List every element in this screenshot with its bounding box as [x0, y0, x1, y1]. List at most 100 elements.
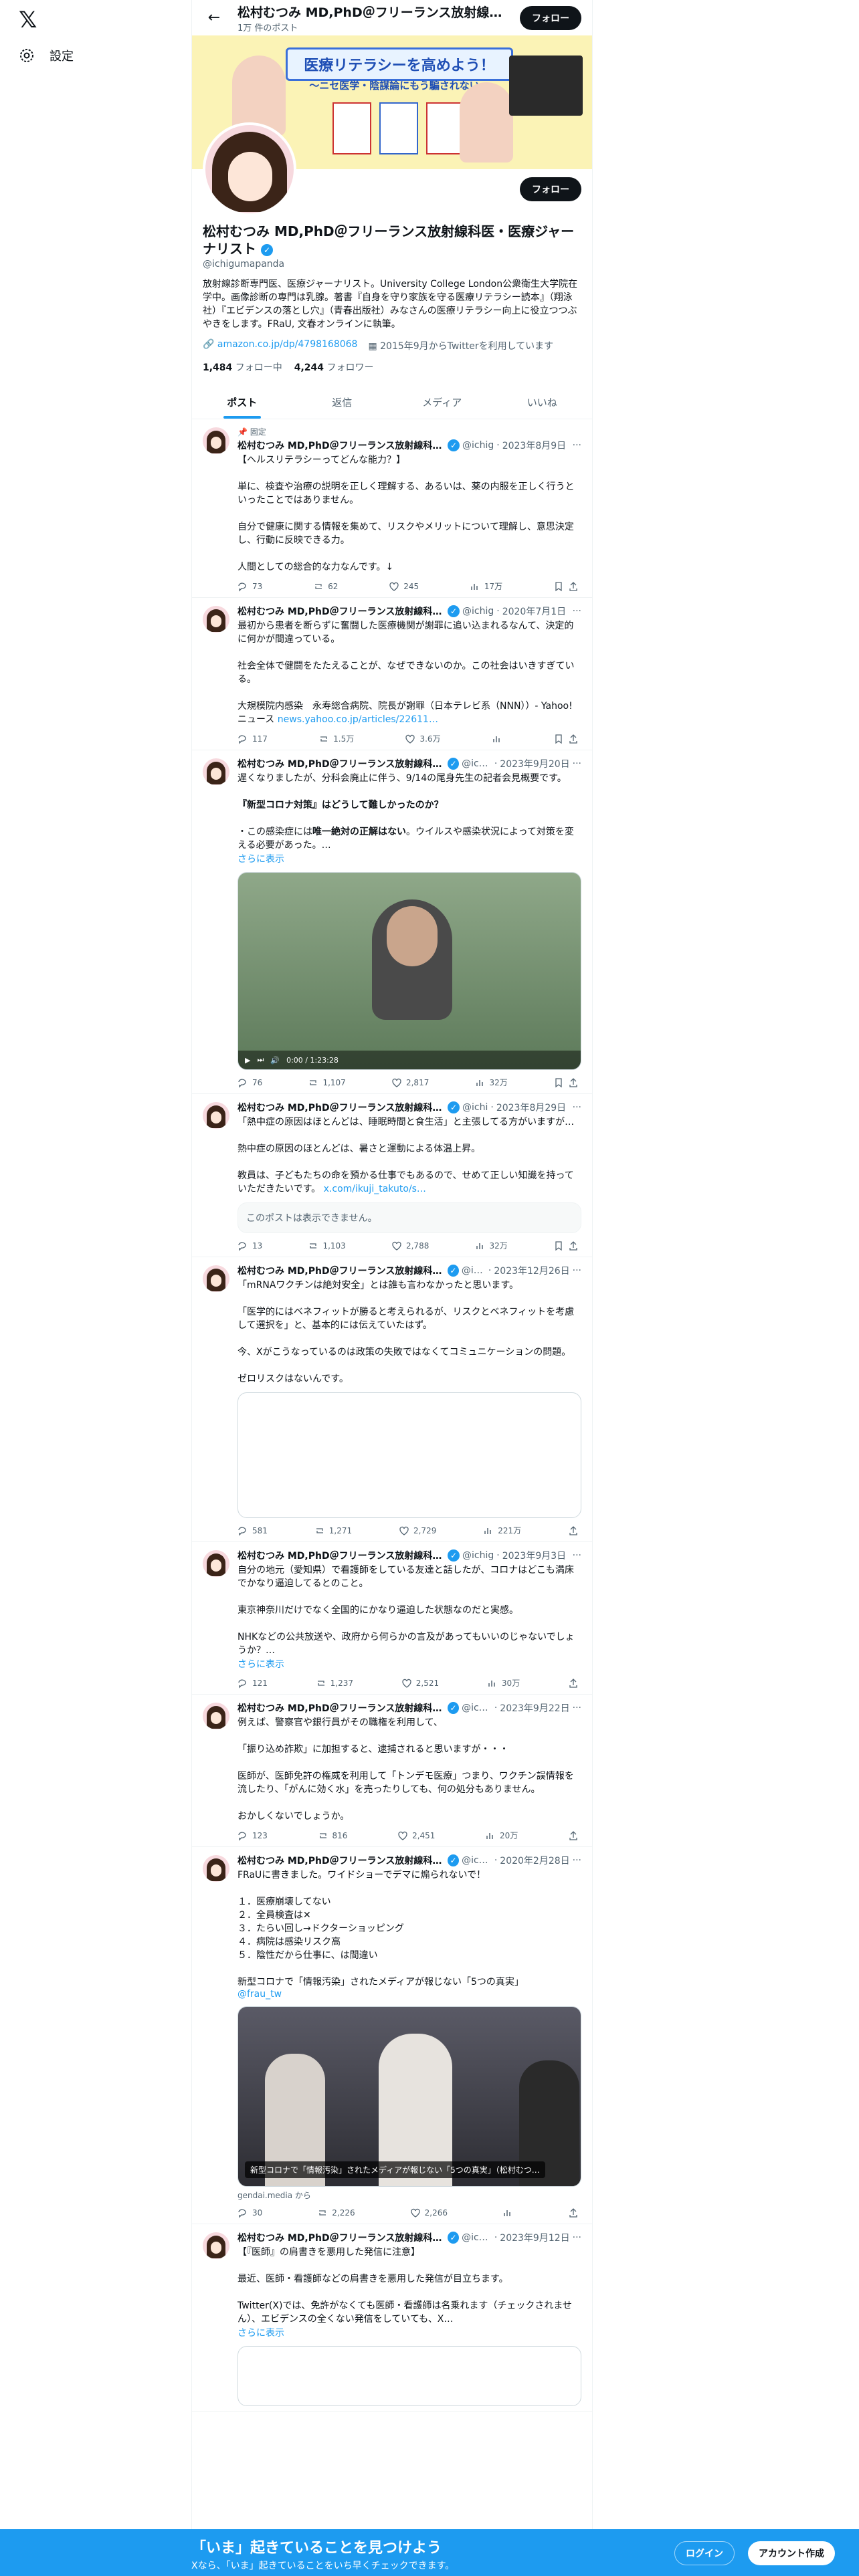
- tweet-date[interactable]: 2023年9月22日: [500, 1701, 569, 1715]
- repost-button[interactable]: 62: [313, 580, 338, 592]
- tweet-author-handle[interactable]: @ichiu: [462, 1703, 492, 1713]
- tweet-avatar[interactable]: [203, 1102, 229, 1129]
- tweet-date[interactable]: 2023年9月3日: [502, 1549, 566, 1562]
- tweet-avatar[interactable]: [203, 1855, 229, 1882]
- views-button[interactable]: [492, 733, 502, 744]
- tweet-avatar[interactable]: [203, 1550, 229, 1577]
- like-button[interactable]: 2,266: [410, 2208, 448, 2218]
- share-icon[interactable]: [568, 1678, 579, 1689]
- tweet-author-name[interactable]: 松村むつみ MD,PhD＠フリーランス放射線科医・医療ジャーナリスト: [237, 1854, 445, 1867]
- bookmark-icon[interactable]: [553, 734, 564, 744]
- tweet-date[interactable]: 2020年7月1日: [502, 605, 566, 618]
- tweet-mention[interactable]: @frau_tw: [237, 1989, 581, 2000]
- like-button[interactable]: 3.6万: [405, 733, 441, 744]
- tweet[interactable]: 松村むつみ MD,PhD＠フリーランス放射線科医・医療ジャーナリスト ✓ @ic…: [192, 1542, 592, 1695]
- tweet[interactable]: 松村むつみ MD,PhD＠フリーランス放射線科医・医療ジャーナリスト ✓ @ic…: [192, 1257, 592, 1542]
- tab-likes[interactable]: いいね: [492, 385, 593, 419]
- tweet-author-handle[interactable]: @ichig: [462, 1550, 494, 1561]
- reply-button[interactable]: 581: [237, 1525, 268, 1536]
- share-icon[interactable]: [568, 1830, 579, 1841]
- reply-button[interactable]: 76: [237, 1077, 262, 1088]
- tweet-author-handle[interactable]: @ichig: [462, 440, 494, 451]
- show-more-link[interactable]: さらに表示: [237, 852, 581, 865]
- tweet-avatar[interactable]: [203, 2232, 229, 2259]
- tweet-avatar[interactable]: [203, 1703, 229, 1729]
- tweet-date[interactable]: 2023年8月9日: [502, 439, 566, 452]
- tweet-author-name[interactable]: 松村むつみ MD,PhD＠フリーランス放射線科医・医療ジャーナリスト: [237, 1101, 445, 1114]
- tweet-link[interactable]: x.com/ikuji_takuto/s…: [324, 1184, 426, 1194]
- views-button[interactable]: 221万: [483, 1525, 521, 1536]
- more-options-icon[interactable]: ···: [573, 2232, 581, 2243]
- views-button[interactable]: 17万: [470, 580, 502, 592]
- tweet-link[interactable]: news.yahoo.co.jp/articles/22611…: [278, 714, 438, 725]
- tweet[interactable]: 松村むつみ MD,PhD＠フリーランス放射線科医・医療ジャーナリスト ✓ @ic…: [192, 598, 592, 750]
- like-button[interactable]: 2,521: [401, 1677, 439, 1689]
- like-button[interactable]: 2,729: [399, 1525, 436, 1536]
- reply-button[interactable]: 117: [237, 733, 268, 744]
- header-follow-button[interactable]: フォロー: [520, 5, 581, 30]
- tweet-avatar[interactable]: [203, 427, 229, 454]
- reply-button[interactable]: 121: [237, 1677, 268, 1689]
- tweet-date[interactable]: 2020年2月28日: [500, 1854, 569, 1867]
- more-options-icon[interactable]: ···: [573, 440, 581, 451]
- link-card-source[interactable]: gendai.media から: [237, 2189, 581, 2201]
- bookmark-icon[interactable]: [553, 581, 564, 592]
- tweet-author-handle[interactable]: @ichig: [462, 2232, 492, 2243]
- play-icon[interactable]: ▶: [245, 1056, 250, 1065]
- tweet-author-handle[interactable]: @ichig: [462, 1855, 492, 1866]
- tweet-author-handle[interactable]: @ichi: [462, 1265, 486, 1276]
- more-options-icon[interactable]: ···: [573, 1703, 581, 1713]
- views-button[interactable]: 32万: [475, 1240, 508, 1251]
- tweet[interactable]: 松村むつみ MD,PhD＠フリーランス放射線科医・医療ジャーナリスト ✓ @ic…: [192, 2224, 592, 2412]
- tweet-author-name[interactable]: 松村むつみ MD,PhD＠フリーランス放射線科医・医療ジャーナリスト: [237, 1264, 445, 1277]
- bookmark-icon[interactable]: [553, 1077, 564, 1088]
- bookmark-icon[interactable]: [553, 1241, 564, 1251]
- signup-button[interactable]: アカウント作成: [748, 2541, 835, 2565]
- tweet-author-name[interactable]: 松村むつみ MD,PhD＠フリーランス放射線科医・医療ジャーナリスト: [237, 1701, 445, 1715]
- like-button[interactable]: 2,451: [397, 1830, 435, 1841]
- repost-button[interactable]: 2,226: [317, 2208, 355, 2218]
- login-button[interactable]: ログイン: [674, 2541, 735, 2565]
- more-options-icon[interactable]: ···: [573, 1855, 581, 1866]
- like-button[interactable]: 245: [389, 580, 419, 592]
- like-button[interactable]: 2,788: [391, 1240, 429, 1251]
- tweet[interactable]: 松村むつみ MD,PhD＠フリーランス放射線科医・医療ジャーナリスト ✓ @ic…: [192, 1695, 592, 1847]
- share-icon[interactable]: [568, 734, 579, 744]
- views-button[interactable]: 30万: [487, 1677, 520, 1689]
- show-more-link[interactable]: さらに表示: [237, 2326, 581, 2339]
- views-button[interactable]: 20万: [485, 1830, 518, 1841]
- x-logo[interactable]: 𝕏: [19, 9, 40, 31]
- tweet-author-name[interactable]: 松村むつみ MD,PhD＠フリーランス放射線科医・医療ジャーナリスト: [237, 757, 445, 770]
- repost-button[interactable]: 816: [318, 1830, 347, 1841]
- share-icon[interactable]: [568, 581, 579, 592]
- repost-button[interactable]: 1,237: [316, 1677, 353, 1689]
- repost-button[interactable]: 1,271: [314, 1525, 352, 1536]
- tweet-author-name[interactable]: 松村むつみ MD,PhD＠フリーランス放射線科医・医療ジャーナリスト: [237, 439, 445, 452]
- more-options-icon[interactable]: ···: [573, 1102, 581, 1113]
- skip-icon[interactable]: ⏭: [257, 1055, 264, 1065]
- share-icon[interactable]: [568, 1525, 579, 1536]
- reply-button[interactable]: 123: [237, 1830, 268, 1841]
- following-count-link[interactable]: 1,484 フォロー中: [203, 360, 282, 374]
- tab-replies[interactable]: 返信: [292, 385, 393, 419]
- share-icon[interactable]: [568, 1241, 579, 1251]
- tweet-date[interactable]: 2023年12月26日: [494, 1264, 569, 1277]
- repost-button[interactable]: 1,107: [308, 1077, 346, 1088]
- tweet-date[interactable]: 2023年9月20日: [500, 757, 569, 770]
- tweet-author-name[interactable]: 松村むつみ MD,PhD＠フリーランス放射線科医・医療ジャーナリスト: [237, 1549, 445, 1562]
- more-options-icon[interactable]: ···: [573, 1265, 581, 1276]
- tweet-media-placeholder[interactable]: [237, 1392, 581, 1518]
- tab-posts[interactable]: ポスト: [192, 385, 292, 419]
- tweet-date[interactable]: 2023年9月12日: [500, 2231, 569, 2244]
- tweet-avatar[interactable]: [203, 758, 229, 785]
- more-options-icon[interactable]: ···: [573, 606, 581, 617]
- tweet-date[interactable]: 2023年8月29日: [496, 1101, 566, 1114]
- link-card-image[interactable]: 新型コロナで「情報汚染」されたメディアが報じない「5つの真実」（松村むつ…: [237, 2006, 581, 2187]
- tweet-author-name[interactable]: 松村むつみ MD,PhD＠フリーランス放射線科医・医療ジャーナリスト: [237, 2231, 445, 2244]
- tweet-avatar[interactable]: [203, 1265, 229, 1292]
- back-arrow-icon[interactable]: ←: [203, 9, 225, 26]
- share-icon[interactable]: [568, 2208, 579, 2218]
- profile-avatar[interactable]: [203, 122, 296, 216]
- reply-button[interactable]: 13: [237, 1240, 262, 1251]
- tweet-avatar[interactable]: [203, 606, 229, 633]
